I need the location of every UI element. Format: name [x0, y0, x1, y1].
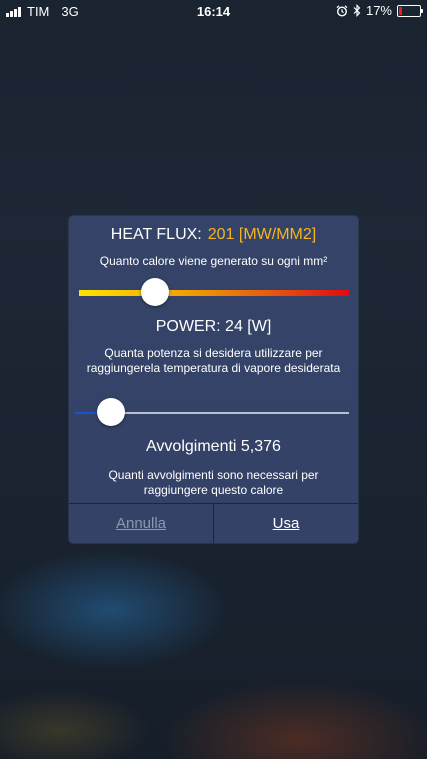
battery-icon: [397, 4, 423, 17]
heat-flux-slider-thumb[interactable]: [140, 278, 169, 306]
heat-flux-title: HEAT FLUX: 201 [MW/MM2]: [69, 226, 358, 244]
heat-flux-slider-track[interactable]: [79, 290, 349, 296]
battery-percent: 17%: [365, 3, 392, 18]
heat-flux-label: HEAT FLUX:: [110, 226, 202, 243]
power-slider[interactable]: [75, 398, 349, 428]
heat-flux-slider[interactable]: [79, 278, 349, 308]
use-button[interactable]: Usa: [214, 504, 358, 543]
bluetooth-icon: [353, 4, 361, 17]
status-bar: TIM 3G 16:14 17%: [0, 0, 427, 22]
coils-title: Avvolgimenti 5,376: [146, 438, 281, 455]
battery-level: [399, 6, 403, 15]
status-right: 17%: [336, 3, 423, 18]
power-title: POWER: 24 [W]: [155, 318, 272, 335]
heat-flux-dialog: HEAT FLUX: 201 [MW/MM2] Quanto calore vie…: [69, 216, 358, 543]
cancel-button[interactable]: Annulla: [69, 504, 214, 543]
alarm-icon: [336, 4, 348, 17]
coils-description: Quanti avvolgimenti sono necessari per r…: [108, 468, 319, 497]
heat-flux-description: Quanto calore viene generato su ogni mm²: [99, 254, 328, 268]
power-description: Quanta potenza si desidera utilizzare pe…: [86, 346, 341, 375]
power-slider-thumb[interactable]: [97, 398, 126, 426]
dialog-buttons: Annulla Usa: [69, 503, 358, 543]
heat-flux-value: 201 [MW/MM2]: [207, 226, 317, 243]
